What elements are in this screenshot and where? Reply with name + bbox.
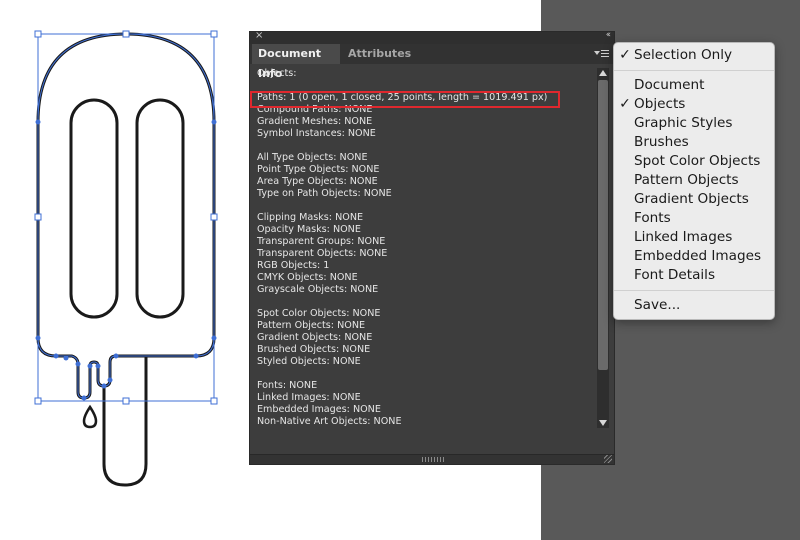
menu-item-document[interactable]: Document bbox=[614, 76, 774, 95]
scroll-thumb[interactable] bbox=[598, 80, 608, 370]
panel-grip[interactable] bbox=[422, 457, 444, 462]
info-line: Objects: bbox=[257, 68, 297, 79]
info-line: CMYK Objects: NONE bbox=[257, 272, 358, 283]
panel-tab-bar: Document Info Attributes bbox=[250, 44, 614, 80]
info-line: All Type Objects: NONE bbox=[257, 152, 368, 163]
menu-item-label: Brushes bbox=[634, 134, 689, 150]
info-line: Type on Path Objects: NONE bbox=[257, 188, 392, 199]
panel-menu-icon[interactable] bbox=[594, 47, 610, 61]
info-line: Styled Objects: NONE bbox=[257, 356, 361, 367]
tab-attributes[interactable]: Attributes bbox=[342, 44, 411, 64]
info-line: Spot Color Objects: NONE bbox=[257, 308, 381, 319]
scroll-down-icon[interactable] bbox=[599, 420, 607, 426]
info-line: Symbol Instances: NONE bbox=[257, 128, 376, 139]
menu-separator bbox=[614, 70, 774, 71]
info-line: Non-Native Art Objects: NONE bbox=[257, 416, 402, 427]
info-text-area[interactable]: Objects: Paths: 1 (0 open, 1 closed, 25 p… bbox=[250, 64, 596, 456]
scroll-up-icon[interactable] bbox=[599, 70, 607, 76]
close-icon[interactable]: × bbox=[255, 30, 263, 41]
info-line: Linked Images: NONE bbox=[257, 392, 361, 403]
menu-item-label: Document bbox=[634, 77, 705, 93]
checkmark-icon: ✓ bbox=[619, 96, 631, 112]
collapse-icon[interactable]: ‹‹ bbox=[606, 30, 611, 40]
info-line: Area Type Objects: NONE bbox=[257, 176, 378, 187]
menu-item-fonts[interactable]: Fonts bbox=[614, 209, 774, 228]
menu-item-save[interactable]: Save... bbox=[614, 296, 774, 315]
menu-item-graphic-styles[interactable]: Graphic Styles bbox=[614, 114, 774, 133]
document-info-panel: × ‹‹ Document Info Attributes Objects: Pa… bbox=[249, 30, 615, 465]
menu-item-label: Objects bbox=[634, 96, 686, 112]
info-line: Grayscale Objects: NONE bbox=[257, 284, 379, 295]
menu-item-label: Fonts bbox=[634, 210, 671, 226]
menu-item-embedded-images[interactable]: Embedded Images bbox=[614, 247, 774, 266]
menu-item-pattern-objects[interactable]: Pattern Objects bbox=[614, 171, 774, 190]
menu-item-label: Font Details bbox=[634, 267, 716, 283]
panel-flyout-menu: ✓ Selection Only Document ✓ Objects Graphic S… bbox=[613, 42, 775, 320]
menu-item-label: Gradient Objects bbox=[634, 191, 749, 207]
menu-item-font-details[interactable]: Font Details bbox=[614, 266, 774, 285]
menu-item-label: Pattern Objects bbox=[634, 172, 739, 188]
menu-item-label: Graphic Styles bbox=[634, 115, 733, 131]
menu-item-label: Spot Color Objects bbox=[634, 153, 761, 169]
panel-title-bar[interactable]: × ‹‹ bbox=[250, 30, 614, 44]
info-line: Clipping Masks: NONE bbox=[257, 212, 364, 223]
info-line: Fonts: NONE bbox=[257, 380, 318, 391]
info-line: RGB Objects: 1 bbox=[257, 260, 330, 271]
menu-item-label: Embedded Images bbox=[634, 248, 762, 264]
checkmark-icon: ✓ bbox=[619, 47, 631, 63]
menu-item-label: Save... bbox=[634, 297, 681, 313]
panel-bottom-bar bbox=[250, 454, 614, 464]
popsicle-body-path[interactable] bbox=[36, 32, 216, 400]
info-line: Pattern Objects: NONE bbox=[257, 320, 366, 331]
menu-item-label: Selection Only bbox=[634, 47, 733, 63]
panel-scrollbar[interactable] bbox=[597, 68, 609, 428]
menu-item-brushes[interactable]: Brushes bbox=[614, 133, 774, 152]
info-line: Transparent Objects: NONE bbox=[257, 248, 388, 259]
resize-grip-icon[interactable] bbox=[604, 455, 612, 463]
menu-item-gradient-objects[interactable]: Gradient Objects bbox=[614, 190, 774, 209]
drip-drop[interactable] bbox=[82, 404, 98, 429]
info-line: Paths: 1 (0 open, 1 closed, 25 points, l… bbox=[257, 92, 548, 103]
info-line: Compound Paths: NONE bbox=[257, 104, 373, 115]
tab-document-info[interactable]: Document Info bbox=[252, 44, 340, 80]
menu-item-label: Linked Images bbox=[634, 229, 733, 245]
menu-item-spot-color-objects[interactable]: Spot Color Objects bbox=[614, 152, 774, 171]
info-line: Point Type Objects: NONE bbox=[257, 164, 380, 175]
menu-separator bbox=[614, 290, 774, 291]
info-line: Opacity Masks: NONE bbox=[257, 224, 361, 235]
info-line: Gradient Meshes: NONE bbox=[257, 116, 373, 127]
menu-item-objects[interactable]: ✓ Objects bbox=[614, 95, 774, 114]
info-line: Brushed Objects: NONE bbox=[257, 344, 371, 355]
info-line: Embedded Images: NONE bbox=[257, 404, 381, 415]
info-list: Objects: Paths: 1 (0 open, 1 closed, 25 p… bbox=[257, 68, 587, 428]
menu-item-linked-images[interactable]: Linked Images bbox=[614, 228, 774, 247]
info-line: Transparent Groups: NONE bbox=[257, 236, 386, 247]
menu-item-selection-only[interactable]: ✓ Selection Only bbox=[614, 46, 774, 65]
info-line: Gradient Objects: NONE bbox=[257, 332, 373, 343]
